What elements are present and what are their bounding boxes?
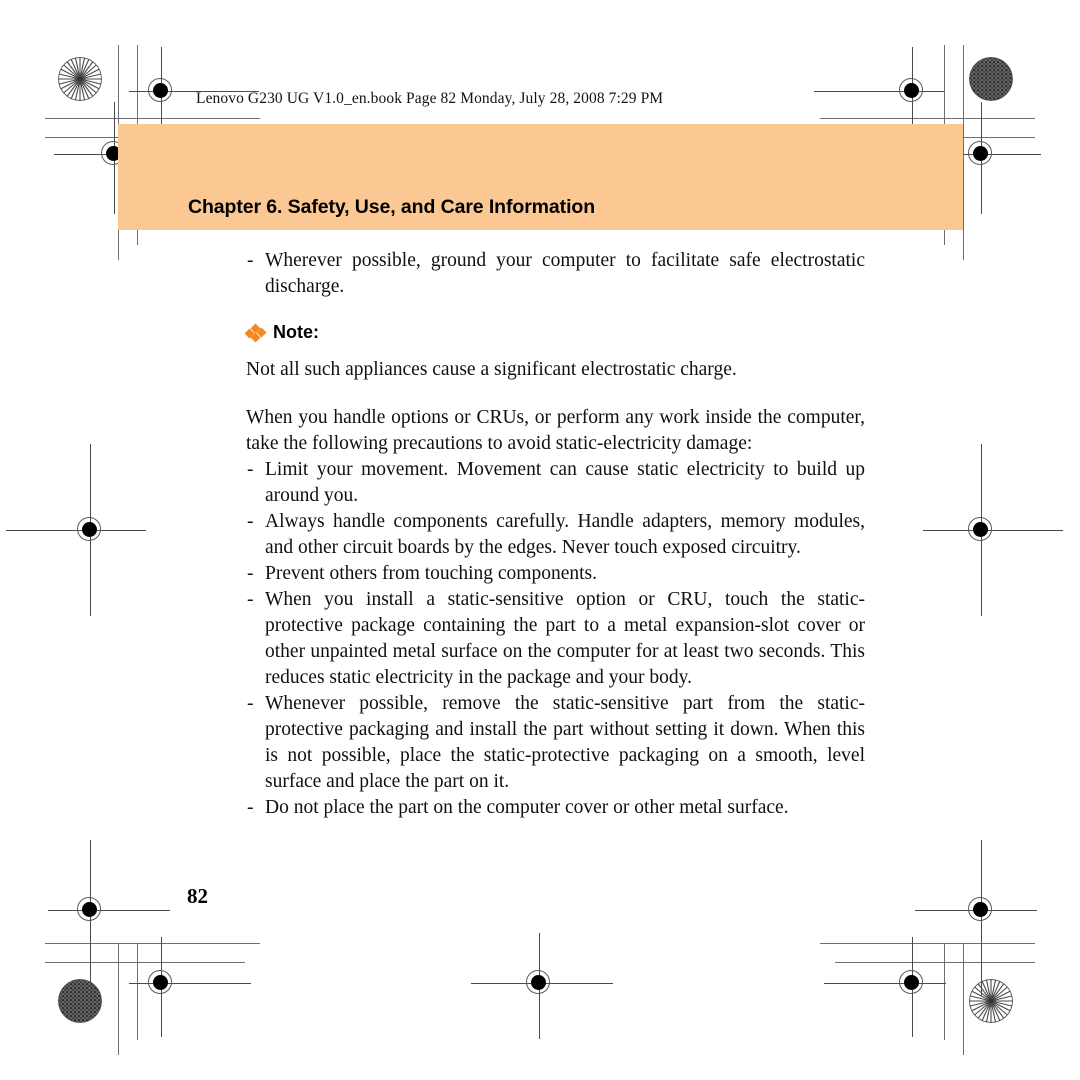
dash-marker: - [247,511,254,532]
crop-mark-line [45,118,260,119]
intro-paragraph: When you handle options or CRUs, or perf… [246,407,865,454]
crop-mark-line [45,943,260,944]
bullet-text: Prevent others from touching components. [265,563,597,584]
note-label: Note: [273,322,319,342]
registration-target [923,444,1063,616]
bullet-item: - Prevent others from touching component… [246,561,865,587]
registration-target [6,444,146,616]
registration-target [915,840,1037,996]
crop-mark-line [820,943,1035,944]
bullet-item: - Limit your movement. Movement can caus… [246,457,865,509]
starburst-registration-dot [58,57,102,101]
page-number: 82 [187,884,208,908]
note-heading: Note: [244,322,865,343]
printed-page: Lenovo G230 UG V1.0_en.book Page 82 Mond… [0,0,1080,1080]
lead-bullet-item: - Wherever possible, ground your compute… [246,248,865,300]
lead-bullet-text: Wherever possible, ground your computer … [265,250,865,297]
halftone-registration-dot [58,979,102,1023]
crop-mark-line [820,118,1035,119]
registration-target [48,840,170,996]
body-content: - Wherever possible, ground your compute… [244,248,865,821]
starburst-registration-dot [969,979,1013,1023]
bullet-item: - Do not place the part on the computer … [246,795,865,821]
crop-mark-line [963,943,964,1055]
bullet-item: - When you install a static-sensitive op… [246,587,865,691]
registration-target [471,933,613,1039]
dash-marker: - [247,459,254,480]
registration-target [814,47,944,143]
dash-marker: - [247,563,254,584]
dash-marker: - [247,589,254,610]
bullet-text: Do not place the part on the computer co… [265,797,789,818]
book-header-line: Lenovo G230 UG V1.0_en.book Page 82 Mond… [196,90,664,107]
dash-marker: - [247,693,254,714]
registration-target [129,47,259,143]
crop-mark-line [118,943,119,1055]
bullet-item: - Always handle components carefully. Ha… [246,509,865,561]
bullet-text: Always handle components carefully. Hand… [265,511,865,558]
dash-marker: - [247,797,254,818]
bullet-item: - Whenever possible, remove the static-s… [246,691,865,795]
registration-target [824,937,946,1037]
bullet-text: Whenever possible, remove the static-sen… [265,693,865,792]
note-text: Not all such appliances cause a signific… [246,359,737,380]
dash-marker: - [247,250,254,271]
crop-mark-line [944,943,945,1040]
bullet-text: When you install a static-sensitive opti… [265,589,865,688]
halftone-registration-dot [969,57,1013,101]
registration-target [129,937,251,1037]
note-diamond-icon [244,323,267,342]
chapter-title: Chapter 6. Safety, Use, and Care Informa… [188,196,596,218]
bullet-text: Limit your movement. Movement can cause … [265,459,865,506]
